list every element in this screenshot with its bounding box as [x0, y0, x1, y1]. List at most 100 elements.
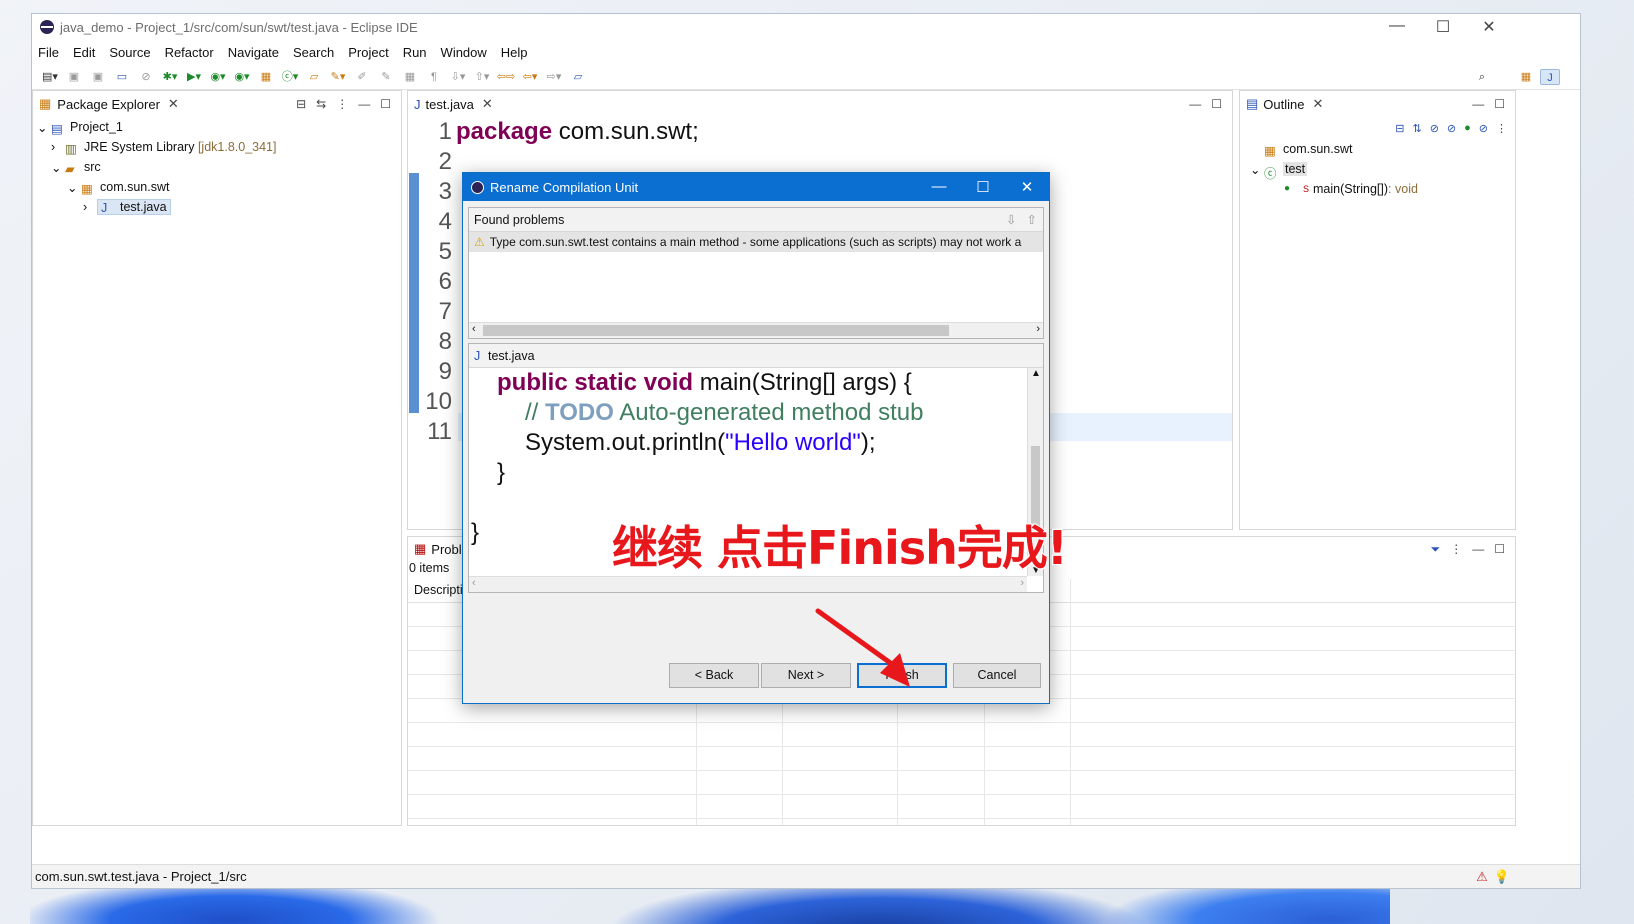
editor-vertical-scrollbar[interactable] [1218, 117, 1228, 519]
prev-problem-icon[interactable]: ⇧ [1027, 212, 1037, 227]
prev-annotation-icon[interactable]: ⇧▾ [472, 69, 492, 85]
preview-line-println: System.out.println("Hello world"); [525, 429, 876, 456]
hide-fields-icon[interactable]: ⊘ [1430, 122, 1439, 135]
maximize-editor-icon[interactable]: ☐ [1211, 97, 1222, 111]
next-annotation-icon[interactable]: ⇩▾ [448, 69, 468, 85]
close-tab-icon[interactable]: ✕ [168, 96, 179, 112]
external-tools-icon[interactable]: ◉▾ [232, 69, 252, 85]
outline-menu-icon[interactable]: ⋮ [1496, 122, 1507, 135]
problem-row[interactable]: ⚠ Type com.sun.swt.test contains a main … [469, 232, 1043, 252]
forward-icon[interactable]: ⇨▾ [544, 69, 564, 85]
menu-search[interactable]: Search [293, 45, 334, 60]
preview-hscrollbar[interactable]: ‹ › [469, 576, 1027, 592]
dialog-close-button[interactable]: ✕ [1005, 178, 1049, 196]
menu-help[interactable]: Help [501, 45, 528, 60]
save-all-icon[interactable]: ▣ [88, 69, 108, 85]
java-file-icon: J [474, 348, 481, 363]
problems-hscrollbar[interactable]: ‹ › [469, 322, 1043, 338]
public-method-icon: ● [1284, 183, 1291, 194]
next-problem-icon[interactable]: ⇩ [1006, 212, 1016, 227]
collapse-outline-icon[interactable]: ⊟ [1395, 122, 1404, 135]
hide-local-types-icon[interactable]: ⊘ [1479, 122, 1488, 135]
tree-item-file[interactable]: › Jtest.java [37, 197, 401, 217]
block-selection-icon[interactable]: ▦ [400, 69, 420, 85]
close-button[interactable]: ✕ [1466, 17, 1512, 37]
menu-window[interactable]: Window [441, 45, 487, 60]
last-edit-icon[interactable]: ⇦⇨ [496, 69, 516, 85]
outline-tab[interactable]: Outline [1263, 97, 1304, 112]
java-perspective-icon[interactable]: J [1540, 68, 1560, 85]
menu-navigate[interactable]: Navigate [228, 45, 279, 60]
package-icon: ▦ [81, 182, 93, 196]
show-whitespace-icon[interactable]: ¶ [424, 69, 444, 85]
back-icon[interactable]: ⇦▾ [520, 69, 540, 85]
minimize-editor-icon[interactable]: — [1189, 97, 1201, 111]
code-line-1[interactable]: package com.sun.swt; [456, 117, 699, 147]
back-button[interactable]: < Back [669, 663, 759, 688]
tree-item-project[interactable]: ⌄ ▤ Project_1 [37, 117, 401, 137]
debug-icon[interactable]: ✱▾ [160, 69, 180, 85]
new-class-icon[interactable]: ⓒ▾ [280, 69, 300, 85]
error-log-icon[interactable]: ⚠ [1476, 869, 1488, 885]
open-perspective-icon[interactable]: ▦ [1516, 69, 1536, 85]
outline-item-class[interactable]: ⌄ ⓒ test [1250, 159, 1515, 181]
found-problems-label: Found problems [474, 212, 565, 227]
minimize-view-icon[interactable]: — [358, 97, 370, 111]
new-icon[interactable]: ▤▾ [40, 69, 60, 85]
hide-static-icon[interactable]: ⊘ [1447, 122, 1456, 135]
search-icon[interactable]: ⌕ [1472, 69, 1492, 85]
collapse-all-icon[interactable]: ⊟ [296, 97, 306, 111]
minimize-outline-icon[interactable]: — [1472, 97, 1484, 111]
pin-editor-icon[interactable]: ▱ [568, 69, 588, 85]
package-explorer-tab[interactable]: Package Explorer [57, 97, 160, 112]
view-menu-icon[interactable]: ⋮ [336, 97, 348, 111]
status-text: com.sun.swt.test.java - Project_1/src [35, 869, 247, 884]
minimize-problems-icon[interactable]: — [1472, 542, 1484, 557]
eclipse-logo-icon [40, 20, 54, 34]
maximize-view-icon[interactable]: ☐ [380, 97, 391, 111]
preview-line-comment: // TODO Auto-generated method stub [525, 399, 924, 426]
tip-icon[interactable]: 💡 [1494, 869, 1510, 885]
tree-item-src[interactable]: ⌄ ▰ src [37, 157, 401, 177]
close-outline-icon[interactable]: ✕ [1313, 96, 1324, 112]
outline-item-package[interactable]: ▦ com.sun.swt [1250, 139, 1515, 159]
dialog-minimize-button[interactable]: — [917, 178, 961, 196]
warning-icon: ⚠ [474, 235, 485, 249]
save-icon[interactable]: ▣ [64, 69, 84, 85]
outline-item-method[interactable]: ● Smain(String[]) : void [1250, 179, 1515, 199]
filter-icon[interactable]: ⏷ [1431, 542, 1441, 557]
sort-icon[interactable]: ⇅ [1412, 122, 1421, 135]
coverage-icon[interactable]: ◉▾ [208, 69, 228, 85]
menu-edit[interactable]: Edit [73, 45, 95, 60]
run-icon[interactable]: ▶▾ [184, 69, 204, 85]
menu-refactor[interactable]: Refactor [165, 45, 214, 60]
open-type-icon[interactable]: ▱ [304, 69, 324, 85]
menu-source[interactable]: Source [109, 45, 150, 60]
skip-breakpoints-icon[interactable]: ⊘ [136, 69, 156, 85]
terminal-icon[interactable]: ▭ [112, 69, 132, 85]
dialog-maximize-button[interactable]: ☐ [961, 178, 1005, 196]
maximize-problems-icon[interactable]: ☐ [1494, 542, 1505, 557]
title-bar: java_demo - Project_1/src/com/sun/swt/te… [32, 14, 1580, 40]
edit-icon[interactable]: ✎ [376, 69, 396, 85]
hide-nonpublic-icon[interactable]: ● [1464, 122, 1471, 134]
window-title: java_demo - Project_1/src/com/sun/swt/te… [60, 19, 418, 35]
tree-item-package[interactable]: ⌄ ▦ com.sun.swt [37, 177, 401, 197]
editor-tab[interactable]: test.java [426, 97, 474, 112]
minimize-button[interactable]: — [1374, 17, 1420, 37]
search-tool-icon[interactable]: ✎▾ [328, 69, 348, 85]
cancel-button[interactable]: Cancel [953, 663, 1041, 688]
new-package-icon[interactable]: ▦ [256, 69, 276, 85]
package-explorer-pane: ▦ Package Explorer ✕ ⊟ ⇆ ⋮ — ☐ ⌄ ▤ Project… [32, 90, 402, 826]
problems-menu-icon[interactable]: ⋮ [1450, 542, 1462, 557]
maximize-button[interactable]: ☐ [1420, 17, 1466, 37]
menu-run[interactable]: Run [403, 45, 427, 60]
toggle-mark-icon[interactable]: ✐ [352, 69, 372, 85]
close-editor-icon[interactable]: ✕ [482, 96, 493, 112]
link-editor-icon[interactable]: ⇆ [316, 97, 326, 111]
maximize-outline-icon[interactable]: ☐ [1494, 97, 1505, 111]
line-number-gutter: 1 2 3 4 5 6 7 8 9 10 11 [425, 118, 452, 445]
menu-file[interactable]: File [38, 45, 59, 60]
menu-project[interactable]: Project [348, 45, 388, 60]
tree-item-jre[interactable]: › ▥ JRE System Library [jdk1.8.0_341] [37, 137, 401, 157]
